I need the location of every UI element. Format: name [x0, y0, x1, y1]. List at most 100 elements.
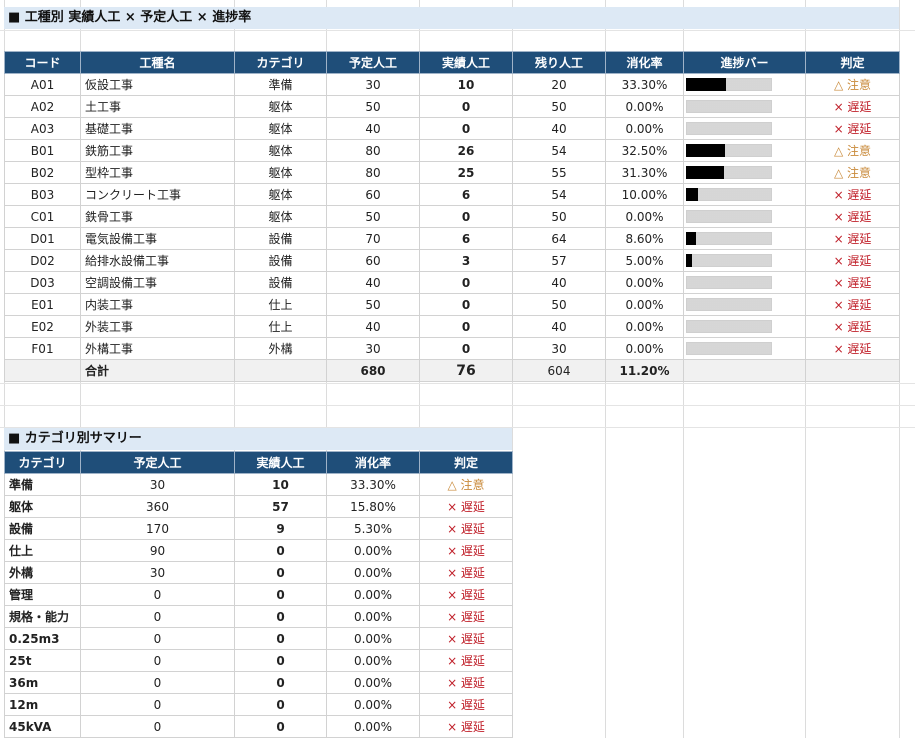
category-cell[interactable]: 仕上	[4, 539, 81, 562]
plan-cell[interactable]: 60	[326, 249, 420, 272]
rate-cell[interactable]: 0.00%	[605, 95, 684, 118]
actual-cell[interactable]: 0	[419, 205, 513, 228]
category-cell[interactable]: 躯体	[234, 95, 327, 118]
remain-cell[interactable]: 50	[512, 293, 606, 316]
category-cell[interactable]: 準備	[4, 473, 81, 496]
actual-cell[interactable]: 0	[234, 539, 327, 562]
code-cell[interactable]: C01	[4, 205, 81, 228]
remain-cell[interactable]: 40	[512, 315, 606, 338]
verdict-cell[interactable]: × 遅延	[419, 649, 513, 672]
category-cell[interactable]: 外構	[4, 561, 81, 584]
code-cell[interactable]: A02	[4, 95, 81, 118]
verdict-cell[interactable]: × 遅延	[419, 605, 513, 628]
col-header-rate[interactable]: 消化率	[605, 51, 684, 74]
plan-cell[interactable]: 0	[80, 627, 235, 650]
plan-cell[interactable]: 0	[80, 649, 235, 672]
rate-cell[interactable]: 5.00%	[605, 249, 684, 272]
category-cell[interactable]: 躯体	[234, 117, 327, 140]
actual-cell[interactable]: 0	[234, 693, 327, 716]
actual-cell[interactable]: 0	[234, 649, 327, 672]
rate-cell[interactable]: 5.30%	[326, 517, 420, 540]
total-rate[interactable]: 11.20%	[605, 359, 684, 382]
verdict-cell[interactable]: × 遅延	[805, 95, 900, 118]
plan-cell[interactable]: 0	[80, 583, 235, 606]
plan-cell[interactable]: 0	[80, 605, 235, 628]
remain-cell[interactable]: 50	[512, 95, 606, 118]
code-cell[interactable]: E01	[4, 293, 81, 316]
category-cell[interactable]: 45kVA	[4, 715, 81, 738]
rate-cell[interactable]: 32.50%	[605, 139, 684, 162]
plan-cell[interactable]: 50	[326, 95, 420, 118]
remain-cell[interactable]: 40	[512, 271, 606, 294]
plan-cell[interactable]: 0	[80, 715, 235, 738]
verdict-cell[interactable]: × 遅延	[419, 517, 513, 540]
verdict-cell[interactable]: × 遅延	[419, 561, 513, 584]
progress-bar-cell[interactable]	[683, 117, 806, 140]
work-name-cell[interactable]: 土工事	[80, 95, 235, 118]
rate-cell[interactable]: 31.30%	[605, 161, 684, 184]
col-header-rate[interactable]: 消化率	[326, 451, 420, 474]
verdict-cell[interactable]: × 遅延	[805, 271, 900, 294]
category-cell[interactable]: 躯体	[234, 183, 327, 206]
rate-cell[interactable]: 0.00%	[605, 337, 684, 360]
rate-cell[interactable]: 8.60%	[605, 227, 684, 250]
total-label[interactable]: 合計	[80, 359, 235, 382]
actual-cell[interactable]: 0	[234, 715, 327, 738]
category-cell[interactable]: 36m	[4, 671, 81, 694]
col-header-category[interactable]: カテゴリ	[4, 451, 81, 474]
rate-cell[interactable]: 15.80%	[326, 495, 420, 518]
col-header-category[interactable]: カテゴリ	[234, 51, 327, 74]
plan-cell[interactable]: 30	[80, 561, 235, 584]
actual-cell[interactable]: 57	[234, 495, 327, 518]
remain-cell[interactable]: 54	[512, 183, 606, 206]
actual-cell[interactable]: 0	[419, 293, 513, 316]
plan-cell[interactable]: 90	[80, 539, 235, 562]
verdict-cell[interactable]: × 遅延	[419, 495, 513, 518]
actual-cell[interactable]: 0	[234, 605, 327, 628]
rate-cell[interactable]: 0.00%	[326, 605, 420, 628]
actual-cell[interactable]: 0	[234, 561, 327, 584]
work-name-cell[interactable]: 空調設備工事	[80, 271, 235, 294]
plan-cell[interactable]: 30	[326, 73, 420, 96]
plan-cell[interactable]: 60	[326, 183, 420, 206]
work-name-cell[interactable]: 鉄骨工事	[80, 205, 235, 228]
plan-cell[interactable]: 30	[326, 337, 420, 360]
verdict-cell[interactable]: × 遅延	[419, 693, 513, 716]
rate-cell[interactable]: 0.00%	[326, 627, 420, 650]
plan-cell[interactable]: 50	[326, 293, 420, 316]
verdict-cell[interactable]: × 遅延	[805, 293, 900, 316]
verdict-cell[interactable]: × 遅延	[419, 539, 513, 562]
rate-cell[interactable]: 0.00%	[605, 315, 684, 338]
actual-cell[interactable]: 10	[419, 73, 513, 96]
work-name-cell[interactable]: コンクリート工事	[80, 183, 235, 206]
col-header-remain[interactable]: 残り人工	[512, 51, 606, 74]
code-cell[interactable]: F01	[4, 337, 81, 360]
plan-cell[interactable]: 70	[326, 227, 420, 250]
col-header-verdict[interactable]: 判定	[805, 51, 900, 74]
actual-cell[interactable]: 9	[234, 517, 327, 540]
actual-cell[interactable]: 26	[419, 139, 513, 162]
col-header-progress-bar[interactable]: 進捗バー	[683, 51, 806, 74]
verdict-cell[interactable]: × 遅延	[805, 315, 900, 338]
code-cell[interactable]: B02	[4, 161, 81, 184]
actual-cell[interactable]: 3	[419, 249, 513, 272]
code-cell[interactable]: B03	[4, 183, 81, 206]
actual-cell[interactable]: 0	[234, 671, 327, 694]
category-cell[interactable]: 躯体	[4, 495, 81, 518]
rate-cell[interactable]: 0.00%	[326, 671, 420, 694]
work-name-cell[interactable]: 給排水設備工事	[80, 249, 235, 272]
rate-cell[interactable]: 0.00%	[605, 293, 684, 316]
remain-cell[interactable]: 64	[512, 227, 606, 250]
total-verdict-cell[interactable]	[805, 359, 900, 382]
code-cell[interactable]: E02	[4, 315, 81, 338]
verdict-cell[interactable]: × 遅延	[805, 117, 900, 140]
plan-cell[interactable]: 40	[326, 315, 420, 338]
category-cell[interactable]: 0.25m3	[4, 627, 81, 650]
remain-cell[interactable]: 54	[512, 139, 606, 162]
plan-cell[interactable]: 80	[326, 139, 420, 162]
rate-cell[interactable]: 0.00%	[605, 205, 684, 228]
category-cell[interactable]: 外構	[234, 337, 327, 360]
rate-cell[interactable]: 0.00%	[605, 271, 684, 294]
code-cell[interactable]: D01	[4, 227, 81, 250]
plan-cell[interactable]: 0	[80, 693, 235, 716]
